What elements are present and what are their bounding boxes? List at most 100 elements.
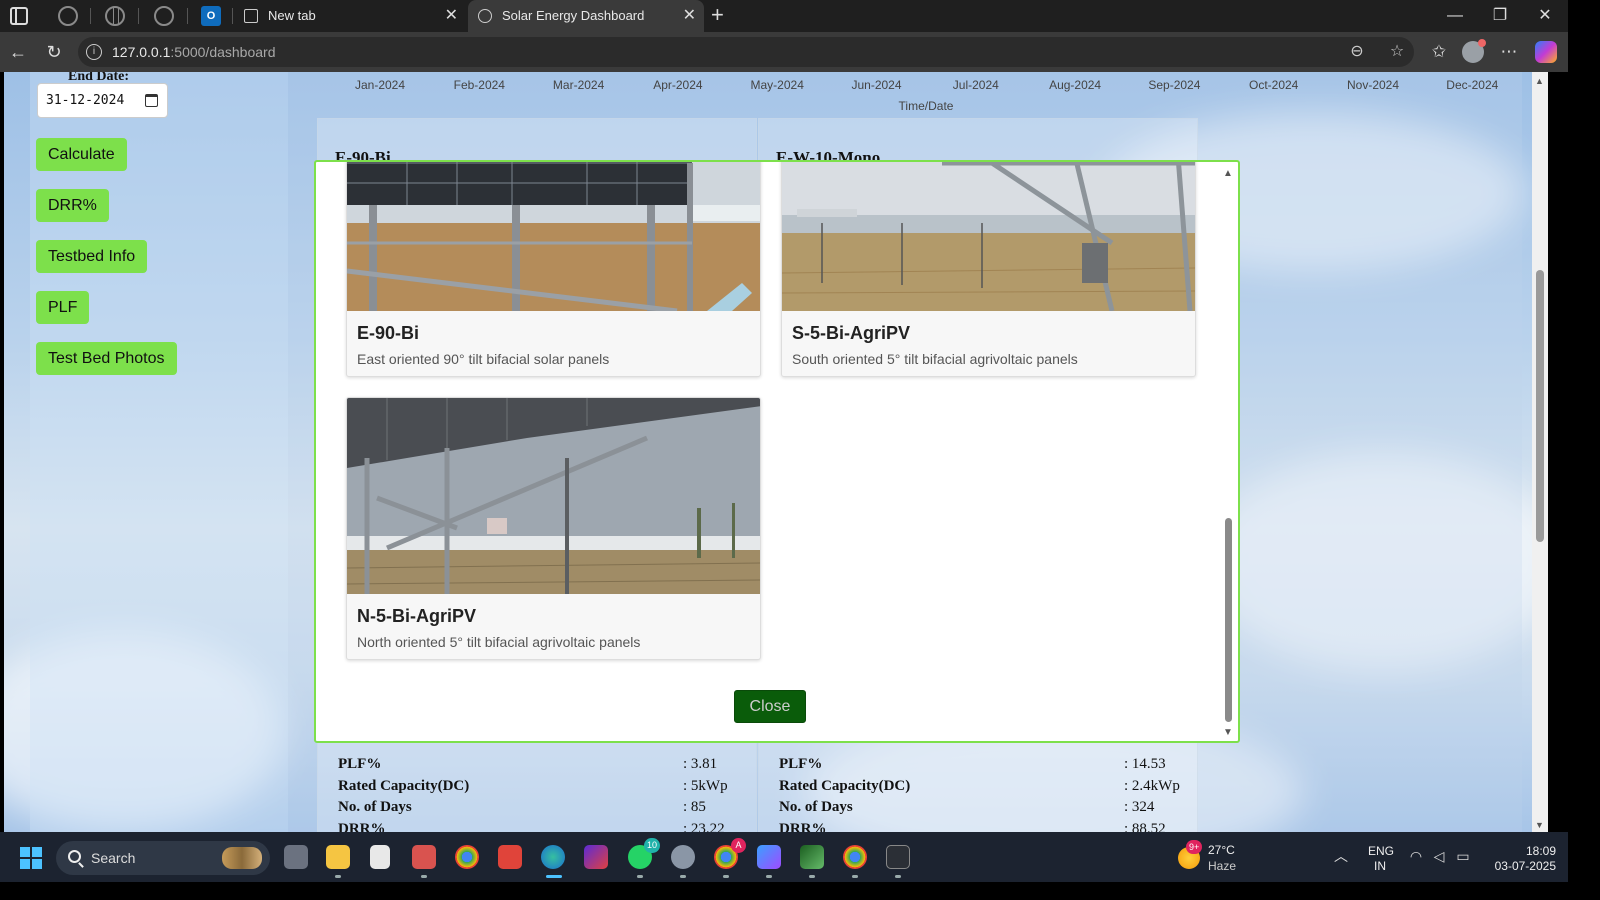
windows-taskbar: Search 10 A 9+ 27°C Haze ︿ ENG IN ◠ ◁ ▭ 1… — [0, 832, 1568, 882]
end-date-value: 31-12-2024 — [46, 93, 125, 108]
chrome-profile-icon[interactable]: A — [714, 838, 746, 869]
temperature: 27°C — [1208, 843, 1235, 857]
scroll-down-icon[interactable]: ▼ — [1535, 820, 1544, 830]
modal-scrollbar-thumb[interactable] — [1225, 518, 1232, 722]
battery-icon[interactable]: ▭ — [1454, 848, 1472, 865]
photo-description: North oriented 5° tilt bifacial agrivolt… — [357, 634, 641, 650]
x-axis-tick-label: Jun-2024 — [851, 78, 902, 92]
x-axis-tick-label: Apr-2024 — [653, 78, 703, 92]
pycharm-icon[interactable] — [800, 845, 824, 869]
wifi-icon[interactable]: ◠ — [1407, 848, 1425, 865]
terminal-icon[interactable] — [886, 845, 910, 869]
refresh-icon[interactable]: ↻ — [42, 40, 66, 64]
pinned-tab-icon[interactable] — [154, 6, 174, 26]
scroll-up-icon[interactable]: ▲ — [1223, 168, 1233, 179]
plf-button[interactable]: PLF — [36, 291, 90, 324]
more-menu-icon[interactable]: ⋯ — [1497, 41, 1521, 63]
close-button[interactable]: Close — [734, 690, 806, 723]
address-bar[interactable]: i 127.0.0.1:5000/dashboard ⊖ ☆ — [78, 37, 1414, 67]
tab-solar-energy-dashboard[interactable]: Solar Energy Dashboard ✕ — [468, 0, 704, 32]
tab-separator — [232, 8, 233, 24]
drr-button[interactable]: DRR% — [36, 189, 109, 222]
running-indicator — [809, 875, 815, 878]
tab-new-tab[interactable]: New tab ✕ — [234, 0, 466, 32]
back-icon[interactable]: ← — [6, 40, 30, 64]
tab-actions-icon[interactable] — [10, 7, 28, 25]
calculate-button[interactable]: Calculate — [36, 138, 127, 171]
running-indicator — [421, 875, 427, 878]
photo-description: South oriented 5° tilt bifacial agrivolt… — [792, 351, 1078, 367]
minimize-icon[interactable]: — — [1433, 0, 1477, 32]
running-indicator — [680, 875, 686, 878]
search-highlight-image — [222, 847, 262, 869]
system-clock[interactable]: 18:09 03-07-2025 — [1480, 844, 1556, 874]
profile-avatar[interactable] — [1462, 39, 1486, 63]
chart-x-axis-title: Time/Date — [898, 99, 954, 113]
reading-mode-icon[interactable]: ⊖ — [1348, 43, 1366, 61]
chrome-icon[interactable] — [843, 845, 867, 869]
photo-n-5-bi-agripv — [347, 398, 760, 594]
x-axis-tick-label: Oct-2024 — [1249, 78, 1299, 92]
file-explorer-icon[interactable] — [326, 845, 350, 869]
test-bed-photos-button[interactable]: Test Bed Photos — [36, 342, 177, 375]
photo-e-90-bi — [347, 162, 760, 311]
page-scrollbar[interactable]: ▲ ▼ — [1532, 72, 1548, 832]
windows-start-icon[interactable] — [20, 847, 42, 869]
new-tab-button[interactable]: + — [711, 2, 724, 28]
photo-s-5-bi-agripv — [782, 162, 1195, 311]
url-text[interactable]: 127.0.0.1:5000/dashboard — [112, 37, 275, 67]
tab-label: Solar Energy Dashboard — [502, 8, 645, 23]
x-axis-tick-label: May-2024 — [750, 78, 804, 92]
modal-scrollbar[interactable]: ▲ ▼ — [1222, 168, 1234, 738]
notepad-icon[interactable] — [370, 845, 390, 869]
close-tab-icon[interactable]: ✕ — [683, 0, 696, 32]
task-view-icon[interactable] — [284, 845, 308, 869]
x-axis-tick-label: Jan-2024 — [354, 78, 406, 92]
copilot-icon[interactable] — [1535, 41, 1557, 63]
chrome-icon[interactable] — [455, 845, 479, 869]
close-window-icon[interactable]: ✕ — [1523, 0, 1567, 32]
address-toolbar: ← ↻ i 127.0.0.1:5000/dashboard ⊖ ☆ ✩ ⋯ — [0, 32, 1568, 72]
tab-separator — [90, 8, 91, 24]
photo-description: East oriented 90° tilt bifacial solar pa… — [357, 351, 610, 367]
tab-separator — [138, 8, 139, 24]
settings-gear-icon[interactable] — [671, 845, 695, 869]
anydesk-icon[interactable] — [498, 845, 522, 869]
whatsapp-icon[interactable]: 10 — [628, 838, 660, 869]
photo-title: E-90-Bi — [357, 323, 420, 343]
favorite-star-icon[interactable]: ☆ — [1388, 43, 1406, 61]
weather-widget[interactable]: 9+ 27°C Haze — [1178, 840, 1288, 875]
globe-icon — [478, 9, 492, 23]
running-indicator — [895, 875, 901, 878]
outlook-icon[interactable]: O — [201, 6, 221, 26]
x-axis-tick-label: Dec-2024 — [1446, 78, 1499, 92]
language-indicator[interactable]: ENG IN — [1368, 844, 1394, 874]
site-info-icon[interactable]: i — [86, 44, 102, 60]
new-tab-page-icon — [244, 9, 258, 23]
end-date-input[interactable]: 31-12-2024 — [37, 83, 168, 118]
calendar-icon[interactable] — [145, 94, 158, 107]
favorites-icon[interactable]: ✩ — [1427, 41, 1451, 63]
scroll-down-icon[interactable]: ▼ — [1223, 727, 1233, 738]
edge-icon[interactable] — [541, 845, 565, 869]
volume-icon[interactable]: ◁ — [1430, 848, 1448, 865]
testbed-info-button[interactable]: Testbed Info — [36, 240, 148, 273]
x-axis-tick-label: Nov-2024 — [1346, 78, 1400, 92]
photo-title: S-5-Bi-AgriPV — [792, 323, 911, 343]
snipping-tool-icon[interactable] — [412, 845, 436, 869]
weather-condition: Haze — [1208, 859, 1237, 873]
dev-tool-icon[interactable] — [757, 845, 781, 869]
running-indicator — [335, 875, 341, 878]
pinned-tab-icon[interactable] — [58, 6, 78, 26]
scroll-up-icon[interactable]: ▲ — [1535, 76, 1544, 86]
tab-separator — [187, 8, 188, 24]
restore-icon[interactable]: ❐ — [1478, 0, 1522, 32]
close-tab-icon[interactable]: ✕ — [445, 0, 458, 32]
pinned-tab-globe-icon[interactable] — [105, 6, 125, 26]
running-indicator-active — [546, 875, 562, 878]
app-icon[interactable] — [584, 845, 608, 869]
scrollbar-thumb[interactable] — [1536, 270, 1544, 542]
taskbar-search[interactable]: Search — [56, 841, 270, 875]
x-axis-tick-label: Jul-2024 — [952, 78, 999, 92]
show-hidden-icons-chevron-icon[interactable]: ︿ — [1334, 846, 1348, 866]
